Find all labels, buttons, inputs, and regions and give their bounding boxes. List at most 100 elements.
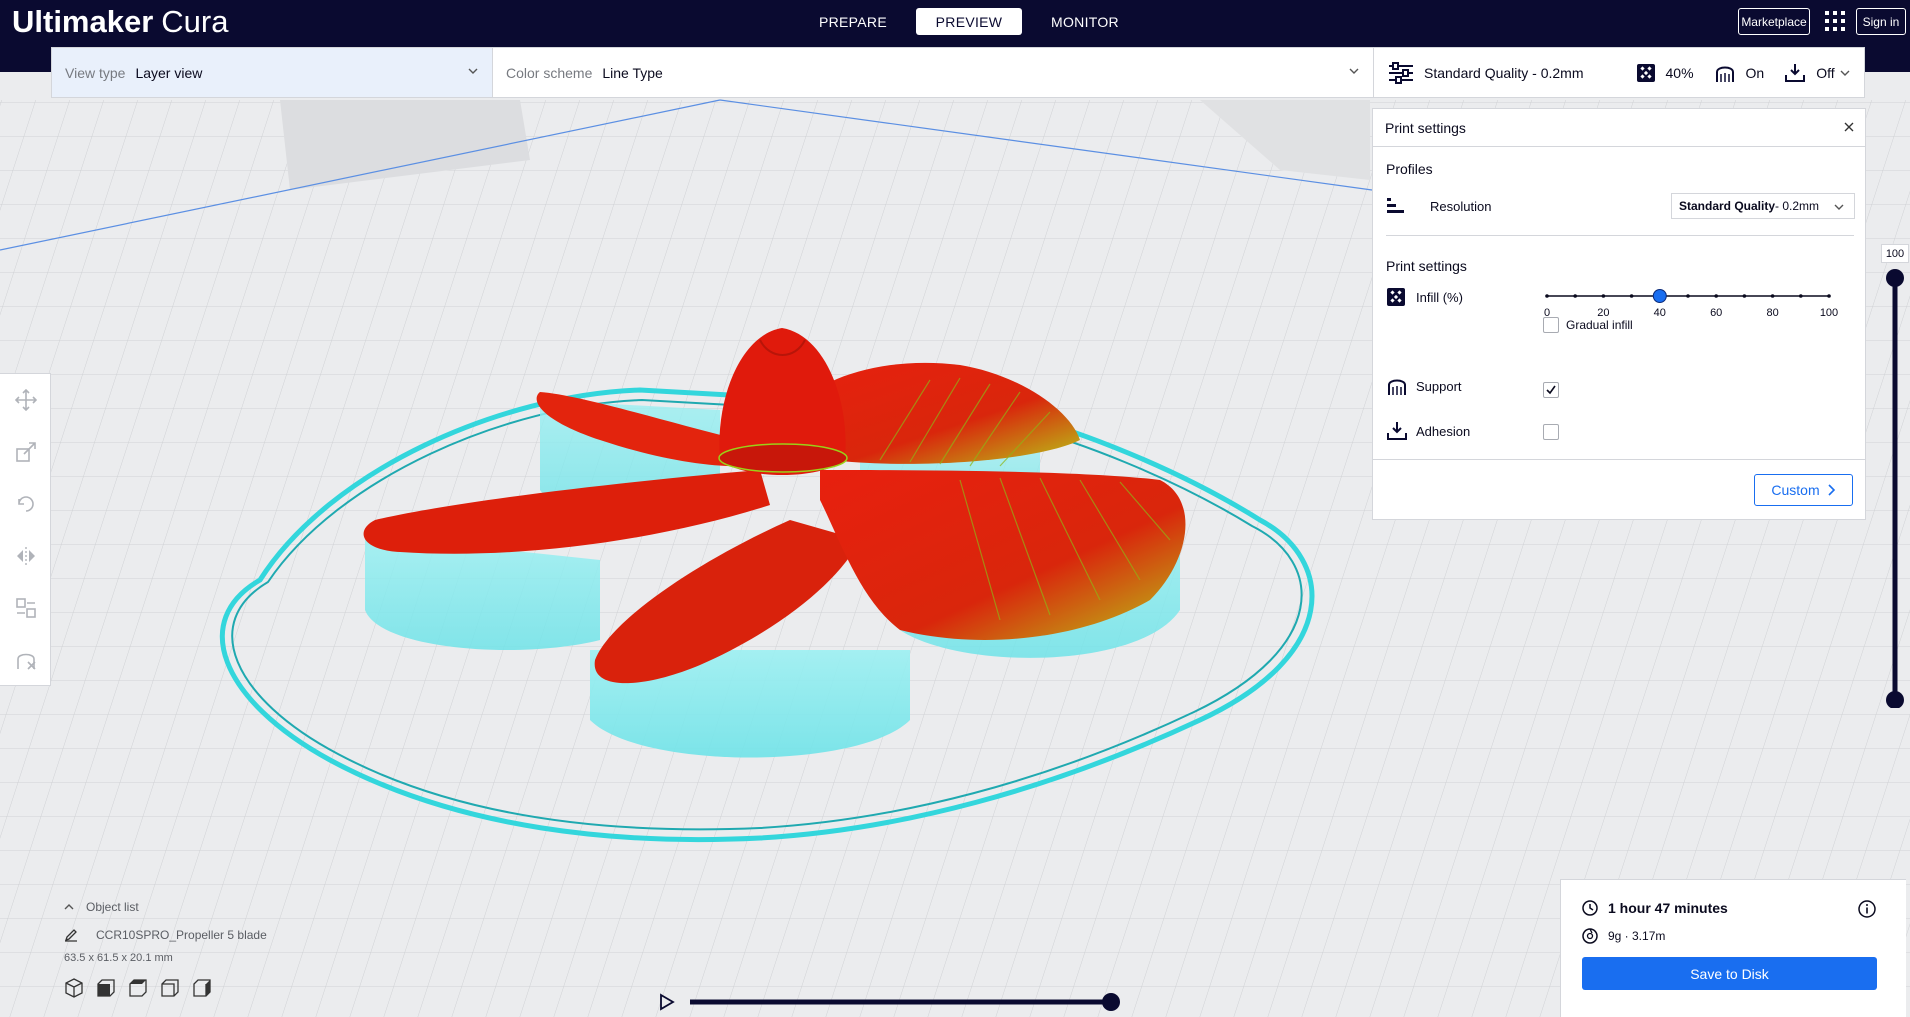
support-blocker-tool[interactable] bbox=[0, 634, 51, 686]
layer-slider-top-handle[interactable] bbox=[1886, 269, 1904, 287]
layer-number-field[interactable]: 100 bbox=[1881, 244, 1909, 263]
object-name-row: CCR10SPRO_Propeller 5 blade bbox=[64, 928, 267, 942]
infill-slider-tick bbox=[1742, 294, 1747, 298]
tab-prepare[interactable]: PREPARE bbox=[800, 8, 906, 35]
chevron-down-icon bbox=[1834, 204, 1844, 210]
divider bbox=[1386, 235, 1854, 236]
chevron-down-icon bbox=[1349, 68, 1359, 74]
pencil-icon[interactable] bbox=[64, 928, 78, 942]
infill-slider-tick-label: 100 bbox=[1820, 307, 1838, 319]
object-dimensions: 63.5 x 61.5 x 20.1 mm bbox=[64, 952, 173, 964]
chevron-up-icon bbox=[64, 904, 74, 910]
infill-slider-tick bbox=[1770, 294, 1775, 298]
path-playback-slider bbox=[660, 993, 1120, 1011]
adhesion-label: Adhesion bbox=[1416, 423, 1471, 439]
print-time-row: 1 hour 47 minutes bbox=[1582, 900, 1728, 916]
right-view-icon[interactable] bbox=[192, 978, 212, 998]
infill-slider-tick bbox=[1573, 294, 1577, 298]
print-setup-selector[interactable]: Standard Quality - 0.2mm 40% On Off bbox=[1374, 48, 1864, 97]
object-list-toggle[interactable]: Object list bbox=[64, 900, 267, 914]
profiles-heading: Profiles bbox=[1386, 161, 1433, 177]
object-list: Object list CCR10SPRO_Propeller 5 blade … bbox=[64, 900, 267, 998]
material-usage-row: 9g · 3.17m bbox=[1582, 928, 1665, 944]
per-model-settings-icon bbox=[15, 598, 36, 618]
info-icon[interactable] bbox=[1858, 900, 1876, 918]
apps-grid-icon[interactable] bbox=[1824, 10, 1846, 32]
gradual-infill-row: Gradual infill bbox=[1543, 317, 1633, 333]
print-settings-panel: Print settings Profiles Resolution Stand… bbox=[1372, 108, 1866, 520]
support-summary-value: On bbox=[1745, 64, 1765, 81]
infill-slider-tick-label: 60 bbox=[1710, 307, 1722, 319]
brand-bold: Ultimaker bbox=[12, 4, 154, 39]
material-usage: 9g · 3.17m bbox=[1608, 929, 1666, 943]
front-view-icon[interactable] bbox=[96, 978, 116, 998]
view-type-label: View type bbox=[65, 64, 126, 81]
brand-light: Cura bbox=[161, 4, 229, 39]
object-list-label: Object list bbox=[86, 900, 139, 914]
resolution-dropdown[interactable]: Standard Quality - 0.2mm bbox=[1671, 193, 1855, 219]
left-view-icon[interactable] bbox=[160, 978, 180, 998]
print-time: 1 hour 47 minutes bbox=[1608, 900, 1728, 916]
panel-header: Print settings bbox=[1373, 109, 1865, 147]
sign-in-button[interactable]: Sign in bbox=[1856, 8, 1906, 35]
move-arrows-icon bbox=[14, 389, 37, 411]
infill-summary: 40% bbox=[1636, 63, 1694, 83]
adhesion-summary-value: Off bbox=[1816, 64, 1835, 81]
custom-button-label: Custom bbox=[1771, 482, 1820, 498]
infill-slider-tick bbox=[1686, 294, 1690, 298]
infill-slider-tick bbox=[1799, 294, 1803, 298]
play-icon[interactable] bbox=[660, 993, 675, 1011]
infill-slider-tick bbox=[1545, 294, 1549, 298]
resolution-value-rest: - 0.2mm bbox=[1775, 199, 1820, 213]
infill-row: Infill (%) bbox=[1386, 287, 1463, 307]
playback-handle[interactable] bbox=[1102, 993, 1120, 1011]
move-tool[interactable] bbox=[0, 374, 51, 426]
settings-sliders-icon bbox=[1389, 61, 1413, 84]
infill-label: Infill (%) bbox=[1416, 289, 1463, 305]
gradual-infill-checkbox[interactable] bbox=[1543, 317, 1559, 333]
layer-slider[interactable] bbox=[1885, 268, 1905, 708]
chevron-down-icon bbox=[1840, 70, 1850, 76]
chevron-right-icon bbox=[1828, 484, 1835, 496]
infill-slider-tick-label: 80 bbox=[1766, 307, 1778, 319]
save-to-disk-button[interactable]: Save to Disk bbox=[1582, 957, 1877, 990]
tab-monitor[interactable]: MONITOR bbox=[1032, 8, 1138, 35]
support-checkbox[interactable] bbox=[1543, 382, 1559, 398]
adhesion-checkbox[interactable] bbox=[1543, 424, 1559, 440]
top-view-icon[interactable] bbox=[128, 978, 148, 998]
custom-settings-button[interactable]: Custom bbox=[1754, 474, 1853, 506]
resolution-row: Resolution Standard Quality - 0.2mm bbox=[1386, 193, 1856, 219]
tab-preview[interactable]: PREVIEW bbox=[916, 8, 1022, 35]
marketplace-button[interactable]: Marketplace bbox=[1738, 8, 1810, 35]
per-model-settings-tool[interactable] bbox=[0, 582, 51, 634]
close-icon[interactable] bbox=[1843, 121, 1855, 133]
adhesion-icon bbox=[1387, 422, 1407, 440]
color-scheme-dropdown[interactable]: Color scheme Line Type bbox=[493, 48, 1374, 97]
resolution-label: Resolution bbox=[1430, 198, 1492, 214]
3d-view-icon[interactable] bbox=[64, 978, 84, 998]
checkmark-icon bbox=[1546, 385, 1556, 395]
support-label: Support bbox=[1416, 378, 1462, 394]
adhesion-row: Adhesion bbox=[1386, 420, 1470, 442]
scale-tool[interactable] bbox=[0, 426, 51, 478]
infill-slider-tick bbox=[1601, 294, 1606, 298]
view-type-value: Layer view bbox=[135, 64, 203, 81]
layer-slider-bottom-handle[interactable] bbox=[1886, 691, 1904, 708]
filament-spool-icon bbox=[1582, 928, 1598, 944]
infill-summary-value: 40% bbox=[1665, 64, 1694, 81]
clock-icon bbox=[1582, 900, 1598, 916]
color-scheme-label: Color scheme bbox=[506, 64, 593, 81]
infill-slider-handle[interactable] bbox=[1652, 289, 1667, 303]
adhesion-summary: Off bbox=[1784, 62, 1835, 84]
chevron-down-icon bbox=[468, 68, 478, 74]
app-logo: Ultimaker Cura bbox=[12, 2, 229, 42]
camera-view-buttons bbox=[64, 978, 267, 998]
mirror-icon bbox=[16, 547, 35, 565]
view-type-dropdown[interactable]: View type Layer view bbox=[52, 48, 493, 97]
gradual-infill-label: Gradual infill bbox=[1566, 318, 1633, 332]
mirror-tool[interactable] bbox=[0, 530, 51, 582]
infill-slider-tick bbox=[1827, 294, 1831, 298]
support-blocker-icon bbox=[16, 653, 36, 670]
rotate-tool[interactable] bbox=[0, 478, 51, 530]
adhesion-icon bbox=[1785, 63, 1806, 82]
